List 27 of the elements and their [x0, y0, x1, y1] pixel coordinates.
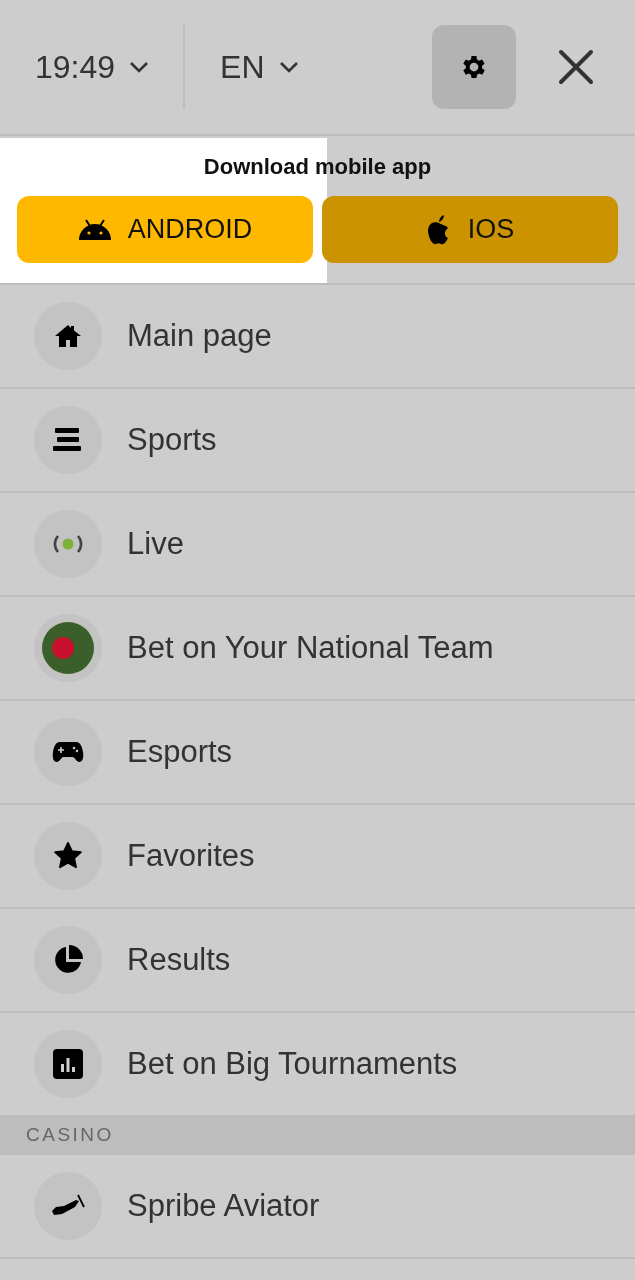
ios-download-button[interactable]: IOS: [322, 196, 618, 263]
lines-icon: [53, 427, 83, 453]
menu-item[interactable]: Main page: [0, 285, 635, 389]
language-selector[interactable]: EN: [220, 48, 299, 86]
home-icon: [54, 324, 82, 348]
time-selector[interactable]: 19:49: [35, 48, 150, 86]
section-header: CASINO: [0, 1115, 635, 1155]
menu-item[interactable]: Results: [0, 909, 635, 1013]
settings-button[interactable]: [432, 25, 516, 109]
menu-item[interactable]: Spribe Aviator: [0, 1155, 635, 1259]
download-title: Download mobile app: [203, 154, 432, 180]
android-download-button[interactable]: ANDROID: [17, 196, 313, 263]
menu-item[interactable]: Esports: [0, 701, 635, 805]
chevron-down-icon: [278, 61, 299, 73]
star-icon: [53, 841, 83, 871]
menu-item[interactable]: Sports: [0, 389, 635, 493]
pie-chart-icon: [53, 945, 83, 975]
android-icon: [77, 218, 112, 241]
menu-item[interactable]: Live: [0, 493, 635, 597]
menu-item[interactable]: Favorites: [0, 805, 635, 909]
gamepad-icon: [52, 741, 84, 763]
flag-icon: [42, 622, 94, 674]
chevron-down-icon: [129, 61, 150, 73]
live-icon: [53, 534, 83, 554]
close-icon: [558, 49, 594, 85]
bar-chart-icon: [53, 1049, 83, 1079]
menu-item[interactable]: Bet on Your National Team: [0, 597, 635, 701]
